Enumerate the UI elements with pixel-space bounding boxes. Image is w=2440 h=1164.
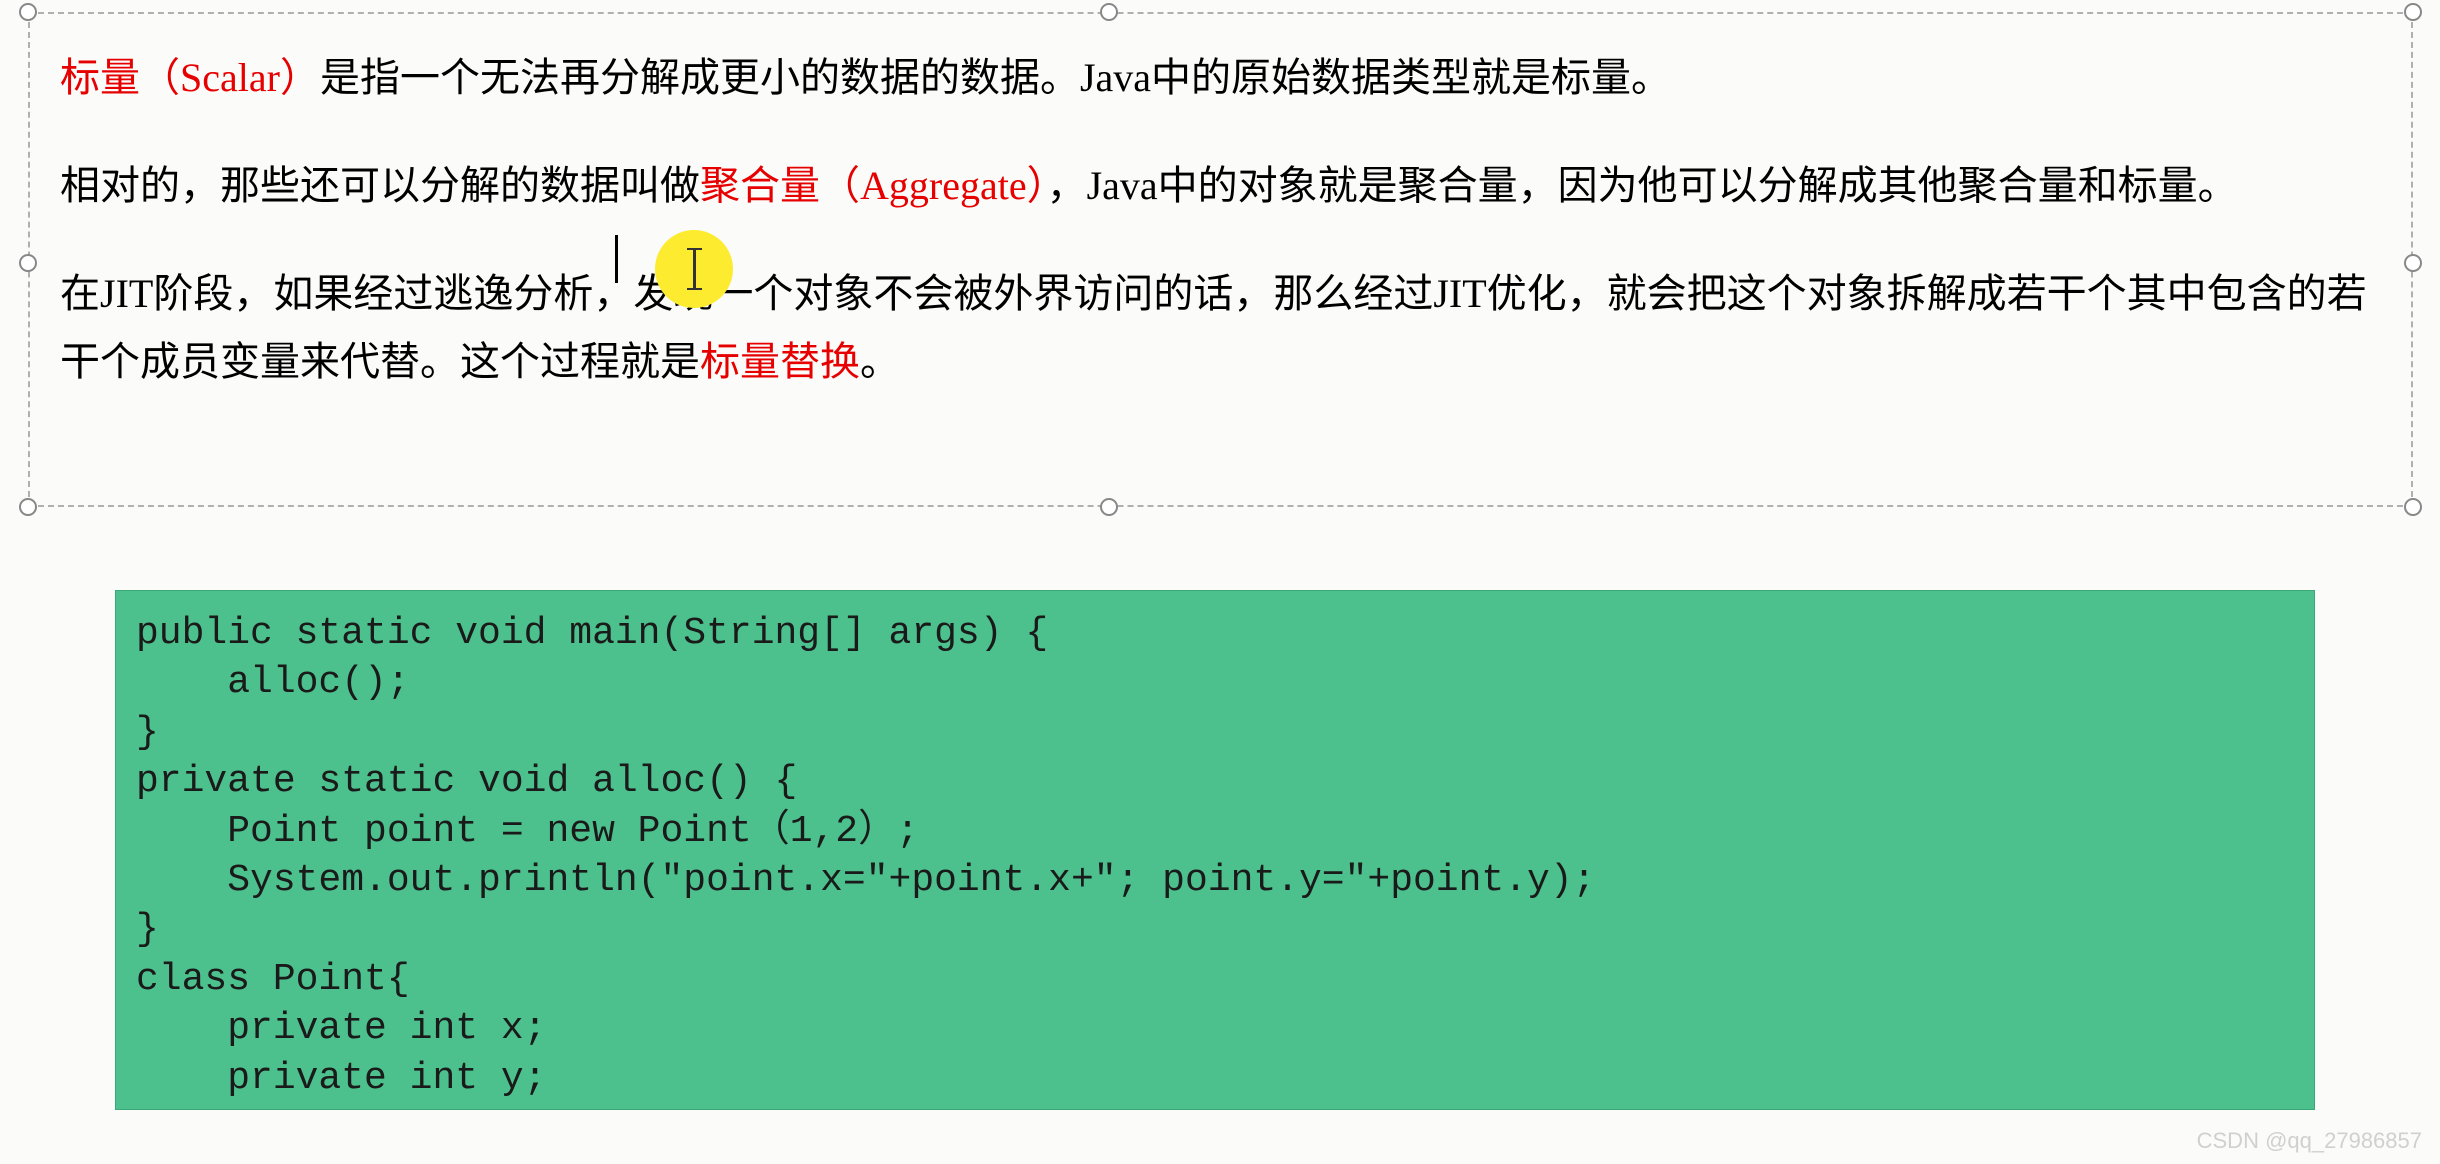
resize-handle-top-center[interactable] <box>1100 3 1118 21</box>
resize-handle-bottom-right[interactable] <box>2404 498 2422 516</box>
resize-handle-top-left[interactable] <box>19 3 37 21</box>
text-caret <box>615 235 618 283</box>
p2-text-2: ，Java中的对象就是聚合量，因为他可以分解成其他聚合量和标量。 <box>1047 163 2238 208</box>
aggregate-term: 聚合量（Aggregate） <box>700 163 1047 208</box>
p2-text-1: 相对的，那些还可以分解的数据叫做 <box>60 163 700 208</box>
paragraph-3: 在JIT阶段，如果经过逃逸分析，发现一个对象不会被外界访问的话，那么经过JIT优… <box>60 260 2391 396</box>
resize-handle-mid-right[interactable] <box>2404 254 2422 272</box>
resize-handle-bottom-center[interactable] <box>1100 498 1118 516</box>
watermark-text: CSDN @qq_27986857 <box>2197 1128 2422 1154</box>
resize-handle-mid-left[interactable] <box>19 254 37 272</box>
p3-text-1: 在JIT阶段，如果经过逃逸分析，发现一个对象不会被外界访问的话，那么经过JIT优… <box>60 271 2367 384</box>
code-block: public static void main(String[] args) {… <box>115 590 2315 1110</box>
paragraph-1: 标量（Scalar）是指一个无法再分解成更小的数据的数据。Java中的原始数据类… <box>60 44 2391 112</box>
cursor-highlight-icon <box>655 230 733 308</box>
paragraph-2: 相对的，那些还可以分解的数据叫做聚合量（Aggregate），Java中的对象就… <box>60 152 2391 220</box>
p3-text-2: 。 <box>860 339 900 384</box>
scalar-replacement-term: 标量替换 <box>700 339 860 384</box>
ibeam-cursor-icon <box>693 248 696 290</box>
scalar-term: 标量（Scalar） <box>60 55 320 100</box>
p1-text: 是指一个无法再分解成更小的数据的数据。Java中的原始数据类型就是标量。 <box>320 55 1671 100</box>
resize-handle-top-right[interactable] <box>2404 3 2422 21</box>
resize-handle-bottom-left[interactable] <box>19 498 37 516</box>
text-selection-box[interactable]: 标量（Scalar）是指一个无法再分解成更小的数据的数据。Java中的原始数据类… <box>28 12 2413 507</box>
